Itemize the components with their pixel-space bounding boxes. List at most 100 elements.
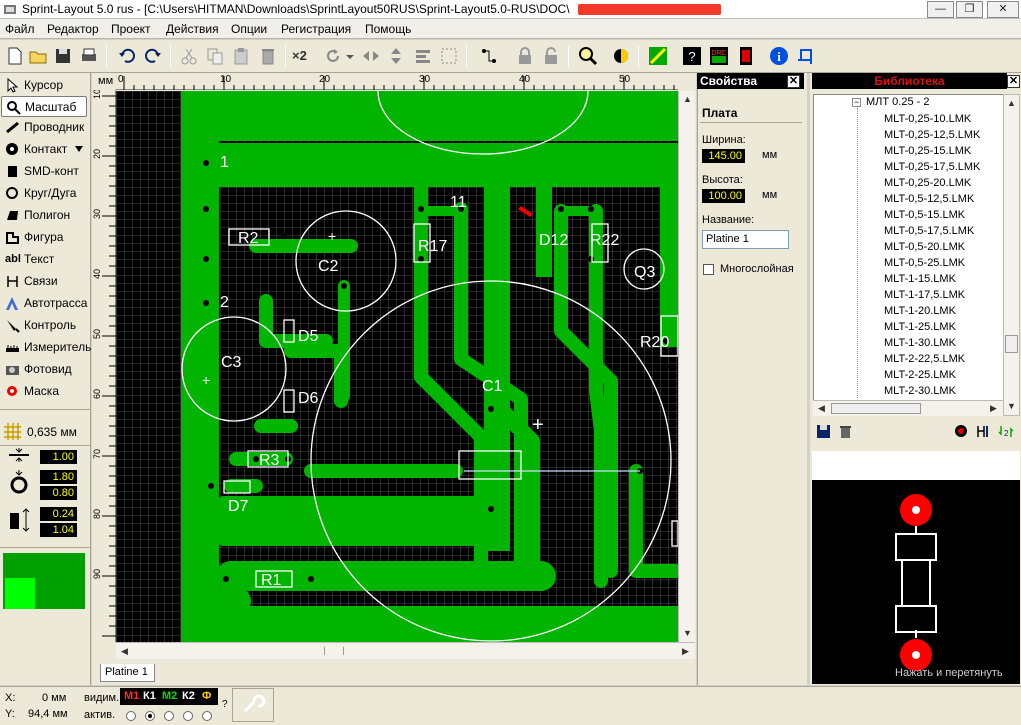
copy-icon[interactable] — [204, 45, 226, 67]
cut-icon[interactable] — [178, 45, 200, 67]
scroll-down-icon[interactable]: ▼ — [1004, 398, 1019, 415]
tool-track[interactable]: Проводник — [1, 117, 87, 138]
mirror-vertical-icon[interactable] — [385, 45, 407, 67]
library-group[interactable]: МЛТ 0.25 - 2 — [866, 96, 929, 108]
tool-measure[interactable]: Измеритель — [1, 337, 91, 358]
rotate-icon[interactable] — [322, 45, 344, 67]
scroll-up-icon[interactable]: ▲ — [679, 91, 696, 108]
board-height-field[interactable]: 100.00 — [702, 189, 745, 203]
tool-connections[interactable]: Связи — [1, 271, 87, 292]
crosshair-tool-icon[interactable] — [796, 45, 818, 67]
tree-collapse-icon[interactable]: − — [852, 98, 861, 107]
library-item[interactable]: MLT-0,25-10.LMK — [884, 113, 971, 125]
pad-inner-field[interactable]: 0.80 — [40, 486, 77, 500]
align-icon[interactable] — [412, 45, 434, 67]
library-horizontal-scrollbar[interactable]: ◀ ▶ — [813, 400, 1003, 416]
duplicate-button[interactable]: ×2 — [292, 45, 314, 67]
multilayer-checkbox[interactable] — [703, 264, 714, 275]
active-layer-k1-radio[interactable] — [145, 711, 155, 721]
menu-file[interactable]: Файл — [5, 22, 35, 36]
component-view-icon[interactable] — [976, 424, 991, 439]
info-help-icon[interactable]: ? — [681, 45, 703, 67]
color-swatch-active[interactable] — [5, 578, 35, 609]
save-icon[interactable] — [816, 424, 831, 439]
maximize-button[interactable]: ❐ — [956, 1, 983, 18]
library-scroll-thumb[interactable] — [1005, 335, 1018, 353]
scroll-right-icon[interactable]: ▶ — [985, 401, 1002, 416]
library-item[interactable]: MLT-1-17,5.LMK — [884, 289, 965, 301]
transparent-view-icon[interactable] — [610, 45, 632, 67]
menu-actions[interactable]: Действия — [166, 22, 219, 36]
group-icon[interactable] — [438, 45, 460, 67]
library-item[interactable]: MLT-0,5-15.LMK — [884, 209, 965, 221]
scroll-thumb[interactable] — [324, 647, 344, 655]
scroll-right-icon[interactable]: ▶ — [677, 643, 694, 660]
pcb-drawing[interactable]: 1 R2 C2 11 R17 D12 R22 Q3 2 D5 C3 R20 C1… — [116, 90, 683, 642]
layer-f-toggle[interactable]: Ф — [200, 689, 213, 704]
track-width-field[interactable]: 1.00 — [40, 450, 77, 464]
smd-width-field[interactable]: 0.24 — [40, 507, 77, 521]
menu-registration[interactable]: Регистрация — [281, 22, 351, 36]
canvas-horizontal-scrollbar[interactable]: ◀ ▶ — [116, 642, 695, 659]
grid-size[interactable]: 0,635 мм — [27, 425, 77, 439]
tab-platine-1[interactable]: Platine 1 — [100, 664, 155, 682]
library-item[interactable]: MLT-1-25.LMK — [884, 321, 956, 333]
save-icon[interactable] — [52, 45, 74, 67]
active-layer-f-radio[interactable] — [202, 711, 212, 721]
autoroute-tool-icon[interactable] — [647, 45, 669, 67]
layer-k1-toggle[interactable]: К1 — [141, 689, 158, 704]
scroll-left-icon[interactable]: ◀ — [813, 401, 830, 416]
tool-shape[interactable]: Фигура — [1, 227, 87, 248]
menu-options[interactable]: Опции — [231, 22, 267, 36]
library-item[interactable]: MLT-0,5-25.LMK — [884, 257, 965, 269]
library-item[interactable]: MLT-0,5-12,5.LMK — [884, 193, 974, 205]
mirror-horizontal-icon[interactable] — [360, 45, 382, 67]
layer-m1-toggle[interactable]: М1 — [122, 689, 141, 704]
swap-sides-icon[interactable]: 2 — [998, 424, 1014, 439]
rotate-dropdown-icon[interactable] — [344, 45, 356, 67]
macro-icon[interactable] — [735, 45, 757, 67]
trash-icon[interactable] — [838, 424, 853, 439]
active-layer-m2-radio[interactable] — [164, 711, 174, 721]
drc-icon[interactable]: DRC — [708, 45, 730, 67]
component-preview[interactable] — [812, 480, 1020, 684]
active-layer-k2-radio[interactable] — [183, 711, 193, 721]
library-item[interactable]: MLT-0,25-15.LMK — [884, 145, 971, 157]
library-item[interactable]: MLT-0,25-17,5.LMK — [884, 161, 980, 173]
tool-circle-arc[interactable]: Круг/Дуга — [1, 183, 87, 204]
tool-pad[interactable]: Контакт — [1, 139, 87, 160]
unlock-icon[interactable] — [540, 45, 562, 67]
layer-m2-toggle[interactable]: М2 — [160, 689, 179, 704]
library-item[interactable]: MLT-2-25.LMK — [884, 369, 956, 381]
library-item[interactable]: MLT-0,25-20.LMK — [884, 177, 971, 189]
scroll-left-icon[interactable]: ◀ — [116, 643, 133, 660]
library-item[interactable]: MLT-0,5-20.LMK — [884, 241, 965, 253]
library-item[interactable]: MLT-0,25-12,5.LMK — [884, 129, 980, 141]
library-item[interactable]: MLT-2-30.LMK — [884, 385, 956, 397]
tool-autoroute[interactable]: Автотрасса — [1, 293, 87, 314]
library-tree[interactable]: − МЛТ 0.25 - 2 MLT-0,25-10.LMK MLT-0,25-… — [813, 94, 1006, 416]
smd-height-field[interactable]: 1.04 — [40, 523, 77, 537]
board-name-input[interactable]: Platine 1 — [702, 230, 789, 249]
print-icon[interactable] — [78, 45, 100, 67]
tool-cursor[interactable]: Курсор — [1, 75, 87, 96]
layer-help[interactable]: ? — [222, 699, 228, 710]
wrench-icon[interactable] — [241, 693, 267, 717]
close-button[interactable]: ✕ — [987, 1, 1019, 18]
delete-icon[interactable] — [257, 45, 279, 67]
open-folder-icon[interactable] — [27, 45, 49, 67]
tool-check[interactable]: Контроль — [1, 315, 87, 336]
tool-mask[interactable]: Маска — [1, 381, 87, 402]
library-item[interactable]: MLT-2-22,5.LMK — [884, 353, 965, 365]
canvas-vertical-scrollbar[interactable]: ▲ ▼ — [678, 91, 695, 642]
tool-smd-pad[interactable]: SMD-конт — [1, 161, 87, 182]
pad-outer-field[interactable]: 1.80 — [40, 470, 77, 484]
library-vertical-scrollbar[interactable]: ▲ ▼ — [1003, 94, 1020, 416]
library-item[interactable]: MLT-1-15.LMK — [884, 273, 956, 285]
pcb-board[interactable]: 1 R2 C2 11 R17 D12 R22 Q3 2 D5 C3 R20 C1… — [116, 90, 683, 642]
zoom-icon[interactable] — [577, 45, 599, 67]
lock-icon[interactable] — [514, 45, 536, 67]
library-item[interactable]: MLT-0,5-17,5.LMK — [884, 225, 974, 237]
library-item[interactable]: MLT-1-30.LMK — [884, 337, 956, 349]
tool-photoview[interactable]: Фотовид — [1, 359, 87, 380]
